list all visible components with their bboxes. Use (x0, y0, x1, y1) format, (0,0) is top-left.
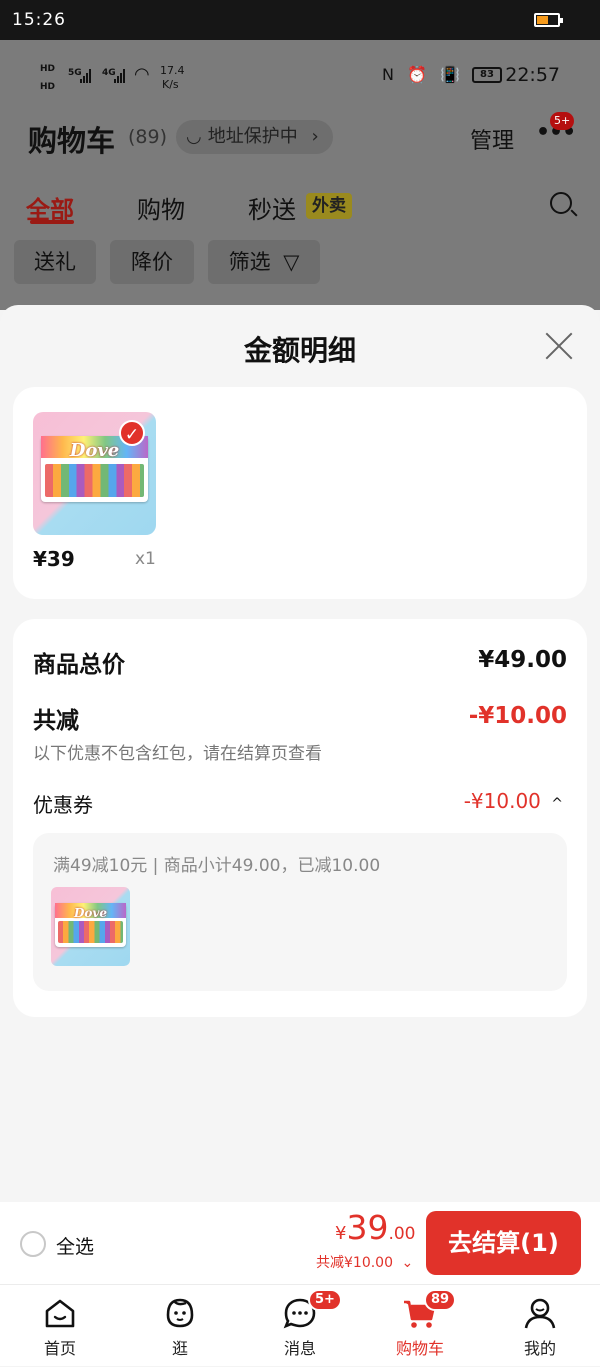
tab-shopping[interactable]: 购物 (137, 190, 185, 225)
cart-page-background: HD HD 5G 4G ◠ 17.4 K/s N ⏰ 📳 83 22:57 购物… (0, 40, 600, 310)
discount-note: 以下优惠不包含红包，请在结算页查看 (33, 744, 322, 764)
tab-cart[interactable]: 89 购物车 (360, 1285, 480, 1367)
coupon-value: -¥10.00 (463, 789, 541, 813)
tab-express[interactable]: 秒送 (248, 190, 296, 225)
select-all-radio[interactable] (20, 1231, 46, 1257)
messages-badge: 5+ (308, 1289, 342, 1311)
checkout-bar: 全选 ¥39.00 共减¥10.00 ⌄ 去结算(1) (0, 1202, 600, 1284)
wifi-icon: ◠ (134, 64, 150, 85)
tab-underline (30, 220, 74, 224)
checkout-button[interactable]: 去结算(1) (426, 1211, 581, 1275)
app-clock: 22:57 (505, 64, 560, 86)
item-price: ¥39 (33, 547, 75, 571)
filter-icon: ▽ (283, 250, 300, 274)
total-label: 商品总价 (33, 652, 125, 678)
status-icons: N ⏰ 📳 (382, 65, 464, 84)
select-all-label[interactable]: 全选 (56, 1232, 94, 1259)
signal-icon (114, 68, 125, 83)
device-clock: 15:26 (12, 10, 66, 30)
bottom-tab-bar: 首页 逛 5+ 消息 89 购物车 我的 (0, 1284, 600, 1366)
selected-check-icon: ✓ (119, 420, 145, 446)
saved-text: 共减¥10.00 (316, 1255, 393, 1271)
product-image[interactable]: Dove ✓ (33, 412, 156, 535)
chevron-up-icon: ^ (551, 796, 563, 812)
discount-value: -¥10.00 (468, 703, 567, 729)
sheet-title: 金额明细 (243, 334, 356, 367)
chip-price-drop[interactable]: 降价 (110, 240, 194, 284)
search-icon[interactable] (550, 192, 572, 214)
tab-messages[interactable]: 5+ 消息 (240, 1285, 360, 1367)
discount-label: 共减 (33, 708, 79, 734)
total-value: ¥49.00 (478, 647, 567, 673)
item-quantity: x1 (135, 549, 156, 569)
coupon-detail-box: 满49减10元 | 商品小计49.00，已减10.00 Dove (33, 833, 567, 991)
net-speed-unit: K/s (162, 78, 179, 91)
coupon-label: 优惠券 (33, 793, 93, 817)
tab-home-label: 首页 (43, 1339, 76, 1358)
browse-face-icon (166, 1298, 194, 1328)
tab-browse[interactable]: 逛 (120, 1285, 240, 1367)
battery-icon (534, 13, 563, 27)
takeout-badge: 外卖 (306, 193, 352, 219)
address-protection-button[interactable]: ◡ 地址保护中 › (176, 120, 333, 154)
chip-filter[interactable]: 筛选 ▽ (208, 240, 320, 284)
more-badge: 5+ (550, 112, 575, 130)
shield-smile-icon: ◡ (186, 126, 202, 147)
address-label: 地址保护中 (207, 126, 298, 147)
saved-amount[interactable]: 共减¥10.00 ⌄ (316, 1252, 413, 1272)
cart-count: (89) (128, 126, 168, 148)
manage-button[interactable]: 管理 (470, 123, 514, 155)
page-title: 购物车 (28, 124, 116, 158)
chip-gift[interactable]: 送礼 (14, 240, 96, 284)
close-icon[interactable] (544, 331, 574, 361)
chevron-down-icon: ⌄ (401, 1255, 414, 1271)
price-integer: 39 (346, 1208, 389, 1247)
tab-home[interactable]: 首页 (0, 1285, 120, 1367)
chevron-right-icon: › (311, 126, 319, 147)
coupon-product-image: Dove (51, 887, 130, 966)
tab-profile[interactable]: 我的 (480, 1285, 600, 1367)
product-card: Dove ✓ ¥39 x1 (13, 387, 587, 599)
coupon-toggle[interactable]: -¥10.00 ^ (464, 789, 563, 813)
battery-icon: 83 (472, 67, 502, 83)
tab-messages-label: 消息 (283, 1339, 316, 1358)
total-price: ¥39.00 (335, 1208, 416, 1248)
signal-icon (80, 68, 91, 83)
currency-symbol: ¥ (335, 1223, 347, 1244)
tab-browse-label: 逛 (171, 1339, 188, 1358)
price-decimal: .00 (388, 1224, 416, 1244)
profile-icon (524, 1298, 556, 1329)
price-breakdown-card: 商品总价 ¥49.00 共减 -¥10.00 以下优惠不包含红包，请在结算页查看… (13, 619, 587, 1017)
chip-filter-label: 筛选 (228, 250, 271, 274)
tab-cart-label: 购物车 (395, 1339, 444, 1358)
app-status-bar: HD HD 5G 4G ◠ 17.4 K/s N ⏰ 📳 83 22:57 (0, 40, 600, 112)
device-status-bar: 15:26 (0, 0, 600, 40)
tab-profile-label: 我的 (523, 1339, 556, 1358)
home-icon (45, 1299, 75, 1328)
cart-badge: 89 (424, 1289, 457, 1311)
net-speed: 17.4 (160, 64, 185, 77)
coupon-detail: 满49减10元 | 商品小计49.00，已减10.00 (53, 856, 381, 876)
product-brand: Dove (73, 905, 108, 920)
hd-label: HD (40, 64, 56, 74)
hd-label: HD (40, 82, 56, 92)
